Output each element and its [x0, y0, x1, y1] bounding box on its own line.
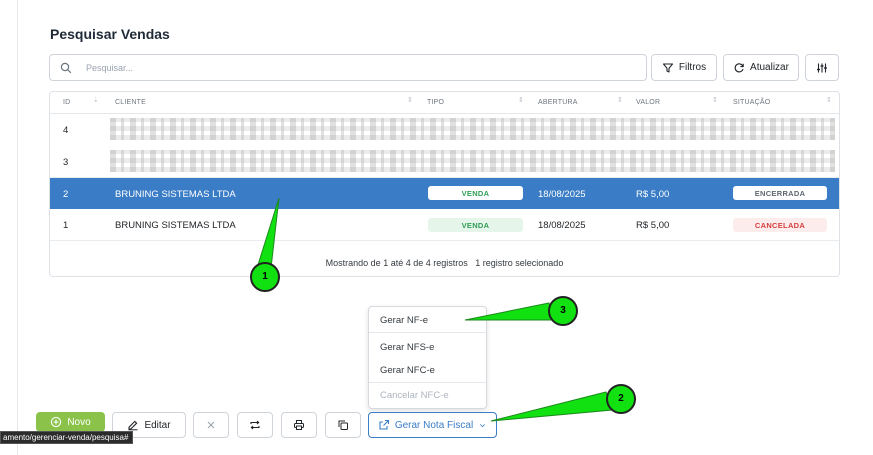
table-row-selected[interactable]: 2 BRUNING SISTEMAS LTDA VENDA 18/08/2025…	[50, 178, 839, 209]
grid-header: ID ⇣ CLIENTE ⇕ TIPO ⇕ ABERTURA ⇕ VALOR ⇕…	[50, 92, 839, 114]
refresh-button[interactable]: Atualizar	[723, 54, 799, 81]
table-row[interactable]: 1 BRUNING SISTEMAS LTDA VENDA 18/08/2025…	[50, 209, 839, 241]
col-header-cliente[interactable]: CLIENTE	[115, 99, 146, 106]
repeat-icon	[250, 420, 260, 430]
callout-pointer-2	[490, 391, 613, 422]
nota-fiscal-label: Gerar Nota Fiscal	[394, 419, 474, 431]
editar-label: Editar	[144, 419, 171, 431]
col-header-tipo[interactable]: TIPO	[427, 99, 444, 106]
left-divider	[17, 0, 18, 455]
novo-button[interactable]: Novo	[36, 412, 105, 432]
table-row[interactable]: 3	[50, 146, 839, 178]
filters-button[interactable]: Filtros	[651, 54, 717, 81]
status-badge: ENCERRADA	[733, 186, 827, 200]
refresh-icon	[734, 62, 744, 72]
status-badge: CANCELADA	[733, 218, 827, 232]
pixelated-content	[110, 118, 835, 140]
sort-icon[interactable]: ⇕	[826, 97, 832, 104]
grid-footer: Mostrando de 1 até 4 de 4 registros 1 re…	[50, 242, 839, 268]
close-icon	[207, 421, 215, 429]
copy-icon	[338, 420, 348, 430]
copy-button[interactable]	[325, 412, 361, 438]
edit-icon	[128, 420, 138, 431]
page-title: Pesquisar Vendas	[50, 26, 170, 42]
tipo-badge: VENDA	[428, 186, 523, 200]
refresh-label: Atualizar	[750, 62, 789, 73]
cancel-sale-button[interactable]	[193, 412, 229, 438]
menu-item-cancelar-nfce: Cancelar NFC-e	[380, 389, 449, 401]
print-button[interactable]	[281, 412, 317, 438]
filter-icon	[662, 62, 673, 73]
status-bar-url: amento/gerenciar-venda/pesquisa#	[0, 431, 134, 444]
cell-valor: R$ 5,00	[636, 189, 670, 200]
plus-circle-icon	[51, 416, 62, 428]
cell-abertura: 18/08/2025	[538, 220, 586, 231]
sliders-icon	[817, 63, 827, 72]
printer-icon	[294, 420, 304, 430]
col-header-abertura[interactable]: ABERTURA	[538, 99, 578, 106]
cell-id: 2	[63, 189, 69, 200]
cell-id: 4	[63, 125, 69, 136]
col-header-id[interactable]: ID	[63, 99, 70, 106]
cell-valor: R$ 5,00	[636, 220, 670, 231]
menu-item-gerar-nfe[interactable]: Gerar NF-e	[369, 309, 486, 333]
pixelated-content	[110, 150, 835, 172]
chevron-down-icon	[480, 423, 486, 427]
sort-icon[interactable]: ⇕	[712, 97, 718, 104]
transfer-button[interactable]	[237, 412, 273, 438]
search-box[interactable]	[49, 54, 647, 81]
filters-label: Filtros	[678, 62, 707, 73]
cell-abertura: 18/08/2025	[538, 189, 586, 200]
callout-marker-1: 1	[250, 262, 280, 292]
callout-marker-2: 2	[606, 384, 636, 414]
cell-id: 1	[63, 220, 69, 231]
records-summary: Mostrando de 1 até 4 de 4 registros	[325, 258, 468, 268]
table-row[interactable]: 4	[50, 114, 839, 146]
sort-icon[interactable]: ⇕	[617, 97, 623, 104]
col-header-situacao[interactable]: SITUAÇÃO	[733, 99, 770, 106]
novo-label: Novo	[67, 416, 91, 428]
sales-grid: ID ⇣ CLIENTE ⇕ TIPO ⇕ ABERTURA ⇕ VALOR ⇕…	[49, 91, 840, 277]
callout-marker-3: 3	[548, 296, 578, 326]
column-settings-button[interactable]	[805, 54, 839, 81]
cell-id: 3	[63, 157, 69, 168]
tipo-badge: VENDA	[428, 218, 523, 232]
cell-cliente: BRUNING SISTEMAS LTDA	[115, 220, 236, 231]
search-input[interactable]	[86, 62, 586, 73]
sort-icon[interactable]: ⇕	[518, 97, 524, 104]
sort-icon[interactable]: ⇣	[93, 97, 99, 104]
col-header-valor[interactable]: VALOR	[636, 99, 660, 106]
gerar-nota-fiscal-button[interactable]: Gerar Nota Fiscal	[368, 412, 497, 438]
nota-fiscal-dropdown: Gerar NF-e Gerar NFS-e Gerar NFC-e Cance…	[368, 306, 487, 409]
menu-item-gerar-nfce[interactable]: Gerar NFC-e	[369, 359, 486, 383]
sort-icon[interactable]: ⇕	[407, 97, 413, 104]
menu-item-gerar-nfse[interactable]: Gerar NFS-e	[369, 335, 486, 359]
selection-summary: 1 registro selecionado	[475, 258, 564, 268]
external-link-icon	[379, 419, 389, 430]
search-icon	[60, 62, 72, 73]
cell-cliente: BRUNING SISTEMAS LTDA	[115, 189, 236, 200]
